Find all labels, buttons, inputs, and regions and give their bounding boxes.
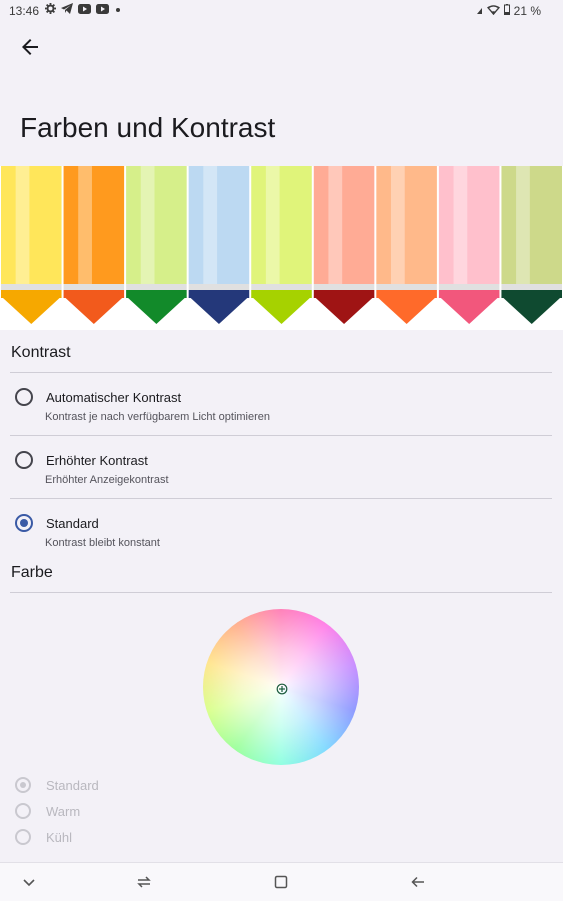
option-subtitle: Kontrast je nach verfügbarem Licht optim…	[45, 411, 271, 423]
back-icon[interactable]	[409, 873, 427, 891]
dot-icon	[114, 3, 122, 17]
section-header-contrast: Kontrast	[11, 344, 71, 361]
radio-button[interactable]	[15, 388, 33, 406]
page-title: Farben und Kontrast	[20, 112, 276, 143]
contrast-option-automatic[interactable]: Automatischer Kontrast Kontrast je nach …	[10, 377, 552, 435]
divider	[10, 592, 552, 593]
crayon	[1, 166, 62, 324]
crayon	[376, 166, 437, 324]
recent-apps-icon[interactable]	[135, 873, 153, 891]
settings-icon	[45, 3, 56, 17]
crayon	[126, 166, 187, 324]
crayon	[501, 166, 562, 324]
option-title: Erhöhter Kontrast	[46, 453, 148, 468]
arrow-left-icon	[22, 39, 38, 55]
status-notification-icons	[45, 3, 122, 17]
radio-button-disabled	[15, 803, 31, 819]
section-header-color: Farbe	[11, 564, 53, 581]
color-option-warm: Warm	[46, 804, 81, 819]
contrast-option-increased[interactable]: Erhöhter Kontrast Erhöhter Anzeigekontra…	[10, 440, 552, 498]
battery-percent: 21 %	[513, 4, 541, 18]
crayon	[438, 166, 500, 324]
youtube-icon	[96, 3, 109, 17]
status-time: 13:46	[9, 4, 40, 18]
option-subtitle: Erhöhter Anzeigekontrast	[45, 474, 169, 486]
crayons-illustration	[0, 166, 563, 330]
radio-button[interactable]	[15, 451, 33, 469]
youtube-icon	[78, 3, 91, 17]
wifi-icon	[486, 4, 500, 18]
divider	[10, 498, 552, 499]
back-button[interactable]	[18, 35, 42, 59]
option-title: Automatischer Kontrast	[46, 390, 182, 405]
crayon	[251, 166, 312, 324]
navigation-bar	[0, 862, 563, 901]
option-title: Standard	[46, 516, 99, 531]
radio-button-disabled-selected	[15, 777, 31, 793]
crayon	[63, 166, 125, 324]
telegram-icon	[61, 3, 73, 17]
chevron-down-icon[interactable]	[20, 873, 38, 891]
option-subtitle: Kontrast bleibt konstant	[45, 537, 160, 549]
battery-icon	[503, 4, 510, 18]
status-bar: 13:46 21 %	[0, 0, 563, 22]
radio-button-disabled	[15, 829, 31, 845]
contrast-option-standard[interactable]: Standard Kontrast bleibt konstant	[10, 503, 552, 555]
divider	[10, 372, 552, 373]
color-option-cool: Kühl	[46, 830, 73, 845]
crosshair-icon[interactable]	[276, 682, 288, 695]
crayon	[188, 166, 250, 324]
home-icon[interactable]	[272, 873, 290, 891]
crayon	[313, 166, 375, 324]
status-system-icons: 21 %	[476, 4, 541, 18]
color-option-standard: Standard	[46, 778, 99, 793]
signal-icon	[476, 4, 483, 18]
divider	[10, 435, 552, 436]
radio-button-selected[interactable]	[15, 514, 33, 532]
